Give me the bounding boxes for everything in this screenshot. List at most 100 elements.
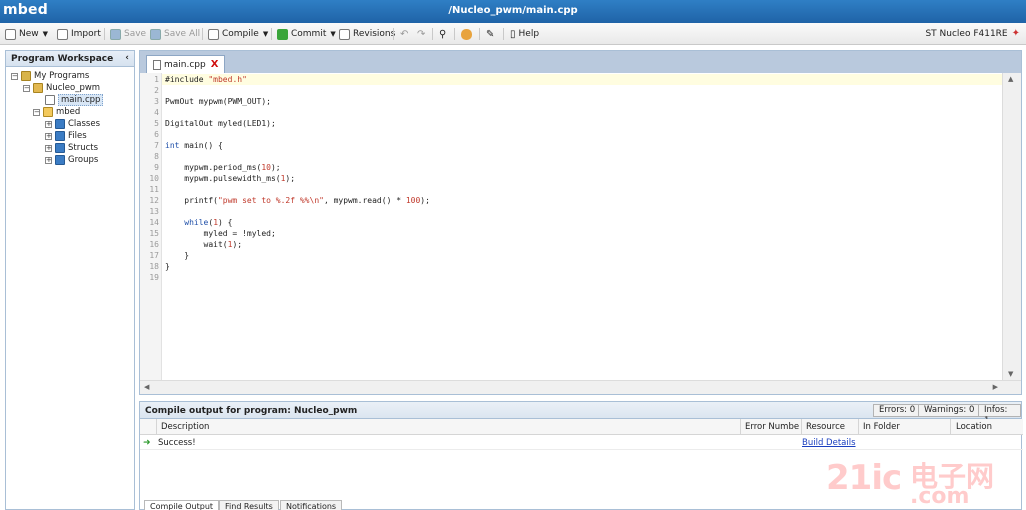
expand-tree-icon[interactable]: + [45, 132, 52, 140]
tree-item-my-programs[interactable]: − My Programs [11, 70, 89, 82]
line-number: 1 [154, 75, 159, 84]
code-line: mypwm.period_ms(10); [165, 163, 281, 172]
toolbar-divider [479, 28, 480, 40]
collapse-tree-icon[interactable]: − [23, 84, 30, 92]
build-details-link[interactable]: Build Details [802, 438, 856, 448]
column-divider [156, 419, 157, 435]
undo-button[interactable]: ↶ [400, 27, 408, 41]
line-number: 14 [149, 218, 159, 227]
redo-button[interactable]: ↷ [417, 27, 425, 41]
import-button[interactable]: Import [57, 27, 101, 41]
toolbar-divider [393, 28, 394, 40]
column-location[interactable]: Location [956, 422, 992, 432]
cpp-file-icon [45, 95, 55, 105]
save-all-button[interactable]: Save All [150, 27, 200, 41]
collapse-tree-icon[interactable]: − [11, 72, 18, 80]
scroll-up-icon[interactable]: ▲ [1008, 75, 1013, 83]
target-device-selector[interactable]: ST Nucleo F411RE ✦ [925, 28, 1020, 39]
main-toolbar: New ▼ Import Save Save All Compile ▼ Com… [0, 23, 1026, 45]
collapse-tree-icon[interactable]: − [33, 108, 40, 116]
scroll-right-icon[interactable]: ▶ [993, 383, 998, 391]
site-watermark: 21ic 电子网 .com [826, 458, 1026, 510]
tree-item-files[interactable]: + Files [45, 130, 87, 142]
magic-wand-icon: ✦ [1011, 28, 1020, 39]
chevron-down-icon: ▼ [262, 30, 269, 38]
revisions-button[interactable]: Revisions [339, 27, 395, 41]
code-line: int main() { [165, 141, 223, 150]
format-code-icon [461, 28, 472, 40]
scroll-left-icon[interactable]: ◀ [144, 383, 149, 391]
code-line: #include "mbed.h" [165, 75, 247, 84]
commit-icon [277, 28, 288, 40]
infos-count-badge[interactable]: Infos: 1 [978, 404, 1021, 426]
commit-button[interactable]: Commit ▼ [277, 27, 336, 41]
doc-book-icon [55, 155, 65, 165]
tab-main-cpp[interactable]: main.cpp X [146, 55, 226, 73]
current-line-highlight [162, 74, 1002, 85]
tab-compile-output[interactable]: Compile Output [144, 500, 220, 510]
chevron-down-icon: ▼ [330, 30, 336, 38]
tree-item-main-cpp[interactable]: main.cpp [45, 94, 104, 106]
code-line: PwmOut mypwm(PWM_OUT); [165, 97, 271, 106]
format-button[interactable] [461, 27, 475, 41]
tree-item-program[interactable]: − Nucleo_pwm [23, 82, 100, 94]
tab-find-results[interactable]: Find Results [219, 500, 279, 510]
editor-horizontal-scrollbar[interactable]: ◀ ▶ [140, 380, 1021, 394]
column-divider [950, 419, 951, 435]
program-folder-icon [33, 83, 43, 93]
new-button[interactable]: New ▼ [5, 27, 48, 41]
save-button[interactable]: Save [110, 27, 146, 41]
line-number: 11 [149, 185, 159, 194]
expand-tree-icon[interactable]: + [45, 120, 52, 128]
editor-tab-strip: main.cpp X [140, 51, 1021, 73]
column-error-number[interactable]: Error Number [745, 422, 799, 432]
line-number: 17 [149, 251, 159, 260]
compile-icon [208, 28, 219, 40]
tree-item-groups[interactable]: + Groups [45, 154, 98, 166]
help-button[interactable]: ▯ Help [510, 27, 539, 41]
toolbar-divider [271, 28, 272, 40]
save-all-icon [150, 28, 161, 40]
binoculars-icon: ⚲ [439, 28, 447, 40]
tree-item-classes[interactable]: + Classes [45, 118, 100, 130]
line-number: 15 [149, 229, 159, 238]
collapse-panel-icon[interactable]: ‹ [125, 53, 129, 63]
redo-icon: ↷ [417, 28, 426, 40]
settings-button[interactable]: ✎ [486, 27, 494, 41]
toolbar-divider [432, 28, 433, 40]
toolbar-divider [202, 28, 203, 40]
book-icon: ▯ [510, 28, 516, 40]
table-row[interactable]: ➜ Success! Build Details [140, 436, 1023, 450]
doc-book-icon [55, 131, 65, 141]
expand-tree-icon[interactable]: + [45, 156, 52, 164]
column-resource[interactable]: Resource [806, 422, 845, 432]
doc-book-icon [55, 119, 65, 129]
watermark-dotcom: .com [910, 484, 970, 509]
warnings-count-badge[interactable]: Warnings: 0 [918, 404, 981, 417]
compile-button[interactable]: Compile ▼ [208, 27, 268, 41]
tab-notifications[interactable]: Notifications [280, 500, 343, 510]
undo-icon: ↶ [400, 28, 409, 40]
line-number: 4 [154, 108, 159, 117]
tree-item-mbed-lib[interactable]: − mbed [33, 106, 80, 118]
code-line: } [165, 262, 170, 271]
column-description[interactable]: Description [161, 422, 209, 432]
toolbar-divider [104, 28, 105, 40]
column-in-folder[interactable]: In Folder [863, 422, 900, 432]
code-line: DigitalOut myled(LED1); [165, 119, 276, 128]
scroll-down-icon[interactable]: ▼ [1008, 370, 1013, 378]
program-workspace-panel: Program Workspace ‹ − My Programs − Nucl… [5, 50, 135, 510]
line-number-gutter: 1 2 3 4 5 6 7 8 9 10 11 12 13 14 15 16 17 18 19 [140, 73, 162, 380]
line-number: 16 [149, 240, 159, 249]
code-area[interactable]: 1 2 3 4 5 6 7 8 9 10 11 12 13 14 15 16 17 18 19 #include "… [140, 73, 1002, 380]
expand-tree-icon[interactable]: + [45, 144, 52, 152]
errors-count-badge[interactable]: Errors: 0 [873, 404, 922, 417]
line-number: 18 [149, 262, 159, 271]
line-number: 12 [149, 196, 159, 205]
revisions-icon [339, 28, 350, 40]
close-tab-icon[interactable]: X [211, 59, 219, 70]
editor-vertical-scrollbar[interactable]: ▲ ▼ [1002, 73, 1021, 380]
tree-item-structs[interactable]: + Structs [45, 142, 98, 154]
find-button[interactable]: ⚲ [439, 27, 446, 41]
code-editor-panel: main.cpp X 1 2 3 4 5 6 7 8 9 10 11 12 13 14 15 16 17 18 19… [139, 50, 1022, 395]
